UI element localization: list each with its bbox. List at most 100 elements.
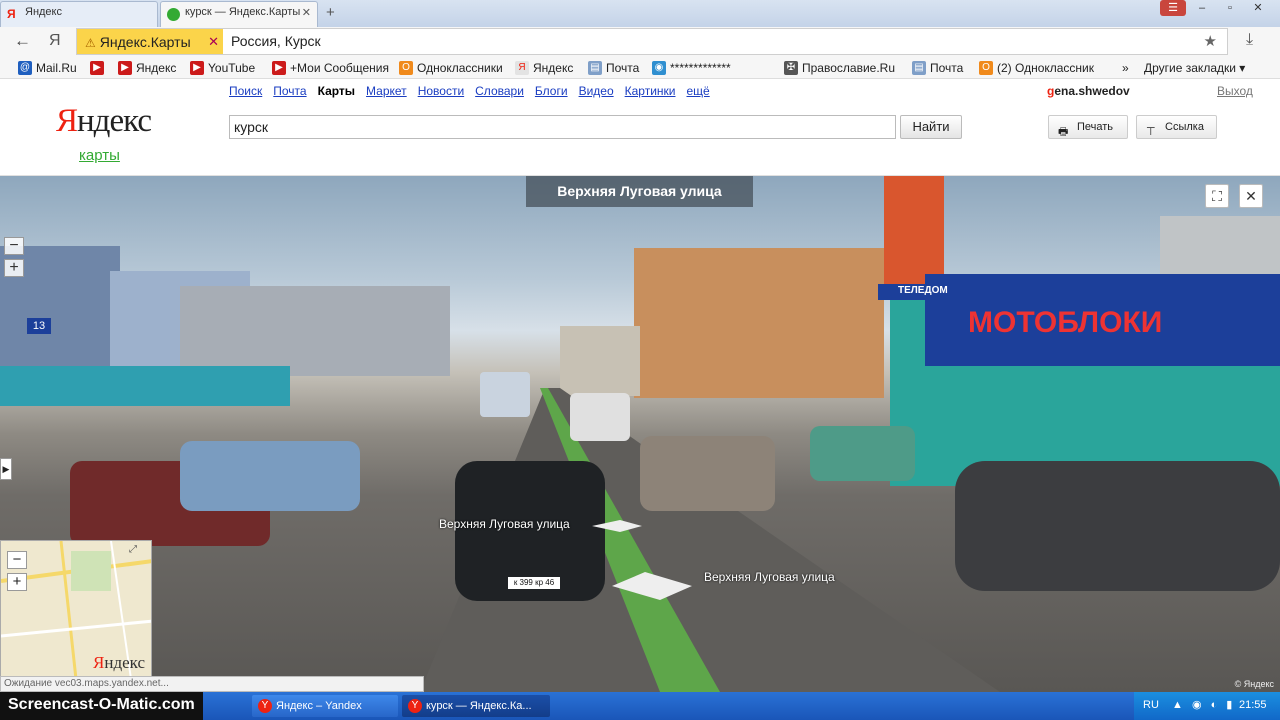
logout-link[interactable]: Выход [1217,84,1253,98]
service-link[interactable]: Новости [418,84,464,98]
address-bar[interactable]: ⚠ Яндекс.Карты ✕ Россия, Курск ★ [76,28,1228,55]
zoom-in-button[interactable]: + [4,259,24,277]
bookmark-item[interactable]: ▶ Яндекс [118,61,176,75]
minimize-icon[interactable]: – [1190,0,1214,16]
bookmarks-more-icon[interactable]: » [1122,61,1129,75]
download-icon[interactable]: ⤓ [1246,31,1253,49]
service-link[interactable]: ещё [686,84,709,98]
other-bookmarks-label: Другие закладки [1144,61,1236,75]
bookmark-item[interactable]: ▤ Почта [912,61,963,75]
route-number-sign: 13 [27,318,51,334]
tray-icons[interactable]: ▲ ◉ ◐ ▮ [1172,698,1235,711]
minimap-expand-icon[interactable]: ⤢ [129,544,137,555]
bookmark-label: YouTube [208,61,256,75]
taskbar-item-yandex[interactable]: Y Яндекс – Yandex [252,695,398,717]
services-nav: Поиск Почта Карты Маркет Новости Словари Блоги… [229,84,721,98]
browser-toolbar: ← Я ⚠ Яндекс.Карты ✕ Россия, Курск ★ ⤓ [0,27,1280,57]
odnoklassniki-icon: О [399,61,413,75]
bookmark-item[interactable]: О (2) Одноклассник [979,61,1094,75]
print-button[interactable]: 🖶 Печать [1048,115,1128,139]
bookmark-item[interactable]: ▤ Почта [588,61,639,75]
window-menu-icon[interactable]: ☰ [1160,0,1186,16]
car-right [955,461,1280,591]
tab-close-icon[interactable]: ✕ [302,6,311,19]
bookmark-label: Православие.Ru [802,61,895,75]
bookmark-item[interactable]: Я Яндекс [515,61,573,75]
back-arrow-icon[interactable]: ← [14,31,31,51]
tab-yandex[interactable]: Я Яндекс [0,1,158,27]
service-link[interactable]: Поиск [229,84,262,98]
tab-strip: Я Яндекс курск — Яндекс.Карты ✕ + ☰ – ▫ … [0,0,1280,27]
red-tower [884,176,944,286]
fullscreen-icon[interactable]: ⛶ [1205,184,1229,208]
service-link[interactable]: Карты [318,84,355,98]
minimap[interactable]: − + ⤢ Яндекс [0,540,152,678]
print-label: Печать [1077,121,1114,133]
minimap-logo-rest: ндекс [104,653,146,672]
yandex-maps-favicon [167,8,180,21]
user-name[interactable]: gena.shwedov [1047,84,1130,98]
taskbar-label: курск — Яндекс.Ка... [426,700,532,712]
site-chip[interactable]: ⚠ Яндекс.Карты ✕ [77,29,223,54]
bookmark-item[interactable]: ◉ ************* [652,61,731,75]
find-button[interactable]: Найти [900,115,962,139]
bookmark-item[interactable]: ▶ YouTube [190,61,255,75]
street-panorama[interactable]: МОТОБЛОКИ ТЕЛЕДОМ 13 к 399 кр 46 Верхняя… [0,176,1280,692]
other-bookmarks[interactable]: Другие закладки ▾ [1144,61,1245,75]
site-chip-close-icon[interactable]: ✕ [208,34,219,50]
side-panel-arrow-icon[interactable]: ▶ [0,458,12,480]
yandex-header: Яндекс карты Поиск Почта Карты Маркет Новост… [0,79,1280,176]
system-tray: RU ▲ ◉ ◐ ▮ 21:55 [1134,692,1280,720]
bookmark-label: Яндекс [136,61,177,75]
service-link[interactable]: Видео [579,84,614,98]
youtube-icon: ▶ [272,61,286,75]
status-bar: Ожидание vec03.maps.yandex.net... [0,676,424,692]
tab-label: Яндекс [25,6,62,18]
building-gray [180,286,450,376]
minimap-zoom-in-button[interactable]: + [7,573,27,591]
new-tab-button[interactable]: + [326,4,335,21]
bookmark-star-icon[interactable]: ★ [1204,32,1217,50]
cross-icon: ✠ [784,61,798,75]
mailru-icon: @ [18,61,32,75]
screencast-watermark: Screencast-O-Matic.com [0,692,203,720]
link-button[interactable]: ⊤ Ссылка [1136,115,1217,139]
search-input[interactable]: курск [229,115,896,139]
building-far [560,326,640,396]
taskbar-item-maps[interactable]: Yкурск — Яндекс.Ка... [402,695,550,717]
bookmark-item[interactable]: @ Mail.Ru [18,61,77,75]
clock[interactable]: 21:55 [1239,699,1267,711]
van-white [570,393,630,441]
service-link[interactable]: Словари [475,84,524,98]
logo-rest: ндекс [77,103,152,139]
tab-yandex-maps[interactable]: курск — Яндекс.Карты ✕ [160,1,318,27]
billboard-text: МОТОБЛОКИ [968,306,1163,339]
service-link[interactable]: Маркет [366,84,407,98]
teal-fence-left [0,366,290,406]
zoom-out-button[interactable]: − [4,237,24,255]
bookmark-item[interactable]: ✠ Православие.Ru [784,61,895,75]
yandex-logo[interactable]: Яндекс [56,103,152,140]
maps-service-link[interactable]: карты [79,147,120,164]
bookmark-item[interactable]: ▶ +Мои Сообщения [272,61,389,75]
bookmark-item[interactable]: О Одноклассники [399,61,503,75]
car-beige [640,436,775,511]
yandex-home-icon[interactable]: Я [49,32,61,50]
bookmark-label: Яндекс [533,61,574,75]
street-label-forward[interactable]: Верхняя Луговая улица [439,517,570,531]
close-window-icon[interactable]: ✕ [1246,0,1270,16]
url-text[interactable]: Россия, Курск [231,33,321,49]
restore-icon[interactable]: ▫ [1218,0,1242,16]
car-green [810,426,915,481]
window-controls: ☰ – ▫ ✕ [1160,0,1270,18]
street-label-back[interactable]: Верхняя Луговая улица [704,570,835,584]
language-indicator[interactable]: RU [1143,699,1159,711]
site-chip-label: Яндекс.Карты [99,34,191,50]
service-link[interactable]: Блоги [535,84,568,98]
logo-first-letter: Я [56,103,78,139]
service-link[interactable]: Почта [273,84,306,98]
service-link[interactable]: Картинки [625,84,676,98]
minimap-zoom-out-button[interactable]: − [7,551,27,569]
license-plate: к 399 кр 46 [508,577,560,589]
close-panorama-icon[interactable]: ✕ [1239,184,1263,208]
